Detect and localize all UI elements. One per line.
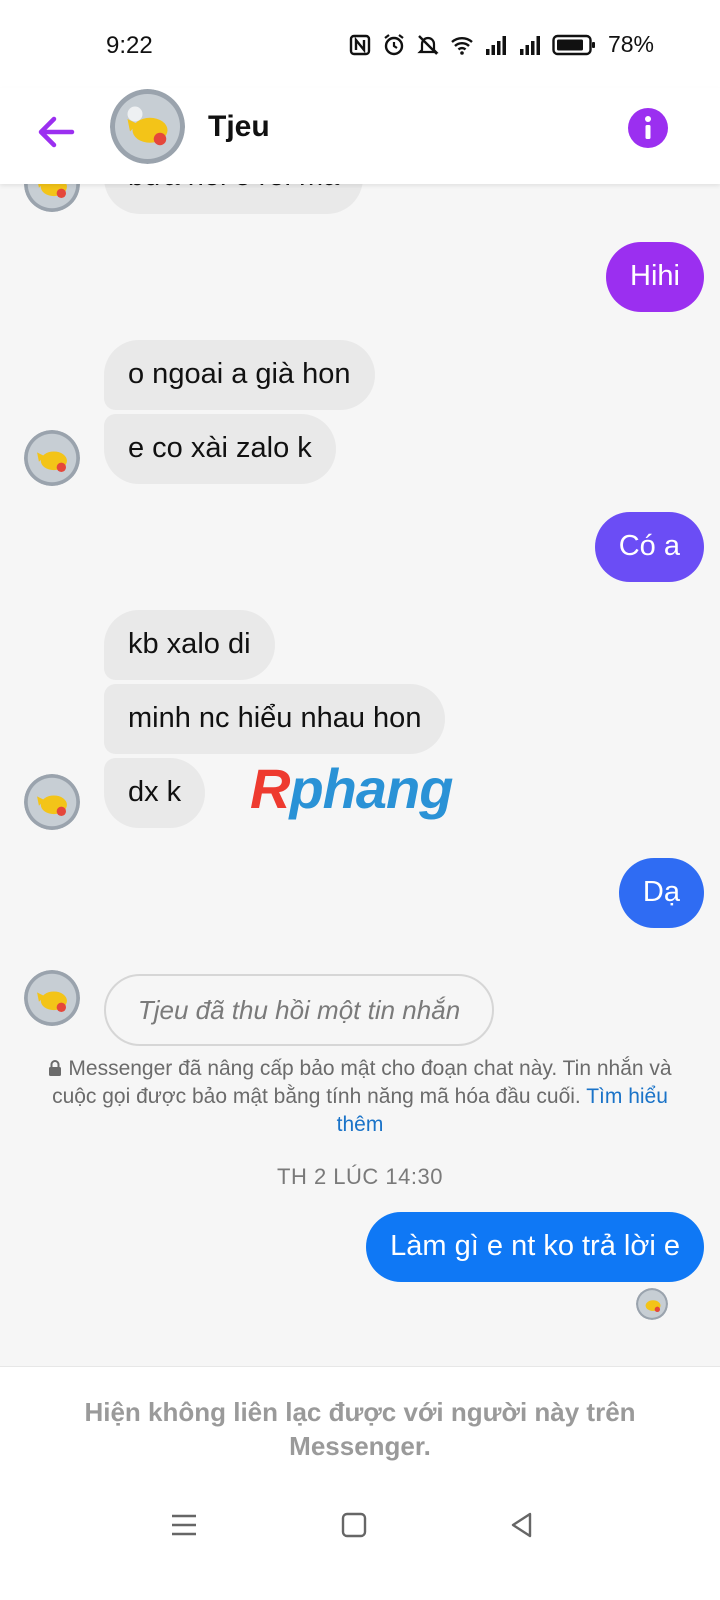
battery-percentage: 78% [607,31,654,57]
seen-avatar [636,1288,668,1320]
message-incoming[interactable]: e co xài zalo k [104,414,336,484]
message-incoming[interactable]: dx k [104,758,206,828]
status-bar: 9:22 78% [0,0,720,90]
menu-icon[interactable] [166,1507,202,1543]
conversation-header: Tjeu [0,88,720,184]
sender-avatar [24,970,80,1026]
unavailable-footer: Hiện không liên lạc được với người này t… [0,1366,720,1600]
message-outgoing[interactable]: Có a [594,512,704,582]
encryption-text: Messenger đã nâng cấp bảo mật cho đoạn c… [52,1057,672,1108]
sender-avatar [24,430,80,486]
signal-icon [519,35,540,55]
message-outgoing[interactable]: Làm gì e nt ko trả lời e [366,1212,704,1282]
wifi-icon [451,36,473,55]
contact-name[interactable]: Tjeu [208,110,270,144]
status-icons: 78% [348,31,654,58]
home-icon[interactable] [336,1507,372,1543]
message-incoming[interactable]: kb xalo di [104,610,275,680]
message-list[interactable]: bửa hỏi e rồi mà Hihi o ngoai a già hon … [0,184,720,1366]
watermark-logo: Rphang [250,757,453,820]
info-icon[interactable] [626,106,670,150]
back-triangle-icon[interactable] [504,1507,540,1543]
lock-icon [49,1060,62,1076]
back-arrow-icon[interactable] [34,110,78,154]
recalled-message-notice[interactable]: Tjeu đã thu hồi một tin nhắn [104,974,494,1046]
signal-icon [485,35,506,55]
message-incoming[interactable]: o ngoai a già hon [104,340,375,410]
sender-avatar [24,774,80,830]
nfc-icon [349,34,371,55]
mute-icon [417,34,439,55]
message-incoming[interactable]: minh nc hiểu nhau hon [104,684,446,754]
message-outgoing[interactable]: Hihi [606,242,704,312]
message-outgoing[interactable]: Dạ [618,858,704,928]
alarm-icon [384,33,404,55]
status-time: 9:22 [106,32,153,59]
sender-avatar [24,184,80,212]
encryption-notice: Messenger đã nâng cấp bảo mật cho đoạn c… [36,1055,684,1139]
message-timestamp: TH 2 LÚC 14:30 [277,1164,443,1189]
message-incoming[interactable]: bửa hỏi e rồi mà [104,184,364,214]
unavailable-notice: Hiện không liên lạc được với người này t… [84,1397,636,1461]
contact-avatar[interactable] [110,89,185,164]
battery-icon [552,34,595,55]
